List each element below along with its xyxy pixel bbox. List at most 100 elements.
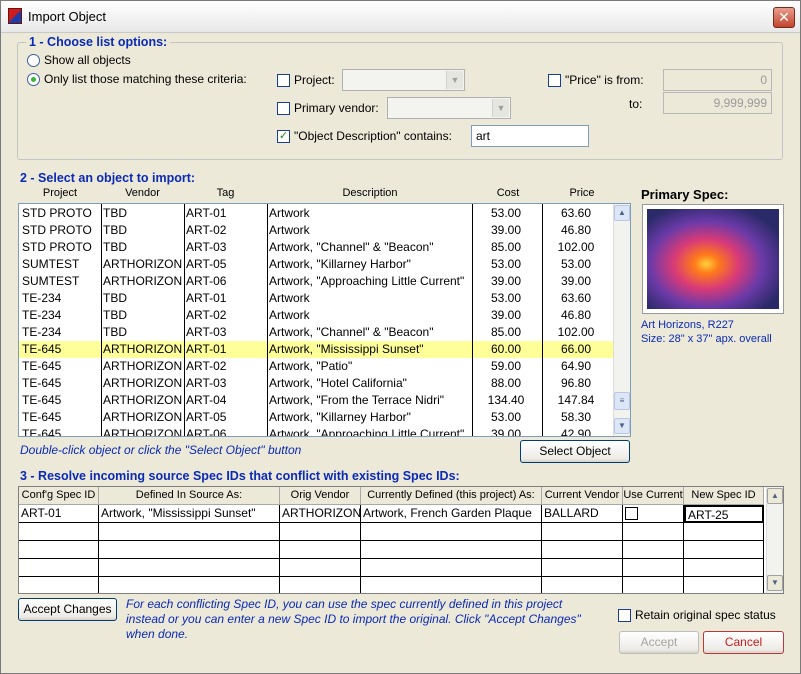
scroll-thumb[interactable]: ≡ bbox=[614, 392, 630, 410]
object-row[interactable]: SUMTEST ARTHORIZON ART-05 Artwork, "Killarn… bbox=[19, 256, 615, 273]
object-row[interactable]: TE-234 TBD ART-03 Artwork, "Channel" & "Bea… bbox=[19, 324, 615, 341]
vendor-checkbox[interactable] bbox=[277, 102, 290, 115]
col-header-price[interactable]: Price bbox=[543, 187, 621, 199]
empty-grid-cell[interactable] bbox=[542, 541, 623, 559]
empty-grid-cell[interactable] bbox=[684, 541, 764, 559]
object-row[interactable]: TE-645 ARTHORIZON ART-03 Artwork, "Hotel Ca… bbox=[19, 375, 615, 392]
row-description: Artwork, "Killarney Harbor" bbox=[269, 257, 411, 271]
grid-header-config-spec-id: Conf'g Spec ID bbox=[19, 487, 99, 505]
row-cost: 53.00 bbox=[490, 291, 522, 305]
project-select[interactable]: ▼ bbox=[342, 69, 465, 91]
row-price: 64.90 bbox=[560, 359, 592, 373]
empty-grid-cell[interactable] bbox=[99, 523, 280, 541]
empty-grid-cell[interactable] bbox=[542, 559, 623, 577]
object-row[interactable]: SUMTEST ARTHORIZON ART-06 Artwork, "Approac… bbox=[19, 273, 615, 290]
object-row[interactable]: TE-645 ARTHORIZON ART-06 Artwork, "Approach… bbox=[19, 426, 615, 436]
object-row[interactable]: TE-645 ARTHORIZON ART-01 Artwork, "Mississi… bbox=[19, 341, 615, 358]
spec-caption-line1: Art Horizons, R227 bbox=[641, 319, 734, 331]
empty-grid-cell[interactable] bbox=[19, 559, 99, 577]
object-row[interactable]: STD PROTO TBD ART-03 Artwork, "Channel" & "… bbox=[19, 239, 615, 256]
row-price: 46.80 bbox=[560, 223, 592, 237]
empty-grid-cell[interactable] bbox=[623, 559, 684, 577]
row-vendor: ARTHORIZON bbox=[103, 257, 183, 271]
col-header-vendor[interactable]: Vendor bbox=[101, 187, 184, 199]
object-row[interactable]: TE-234 TBD ART-01 Artwork 53.00 63.60 bbox=[19, 290, 615, 307]
empty-grid-cell[interactable] bbox=[280, 559, 361, 577]
row-description: Artwork bbox=[269, 291, 310, 305]
scroll-up-icon[interactable]: ▲ bbox=[614, 205, 630, 221]
empty-grid-cell[interactable] bbox=[361, 523, 542, 541]
scroll-down-icon[interactable]: ▼ bbox=[614, 418, 630, 434]
row-price: 102.00 bbox=[557, 240, 595, 254]
accept-changes-button[interactable]: Accept Changes bbox=[18, 598, 117, 621]
col-header-description[interactable]: Description bbox=[267, 187, 473, 199]
row-vendor: ARTHORIZON bbox=[103, 410, 183, 424]
description-label: "Object Description" contains: bbox=[294, 129, 452, 143]
scroll-up-icon[interactable]: ▲ bbox=[767, 488, 783, 504]
empty-grid-cell[interactable] bbox=[684, 577, 764, 593]
empty-grid-cell[interactable] bbox=[19, 523, 99, 541]
empty-grid-cell[interactable] bbox=[623, 541, 684, 559]
empty-grid-cell[interactable] bbox=[280, 523, 361, 541]
col-header-project[interactable]: Project bbox=[19, 187, 101, 199]
empty-grid-cell[interactable] bbox=[623, 577, 684, 593]
col-header-cost[interactable]: Cost bbox=[473, 187, 543, 199]
object-row[interactable]: TE-645 ARTHORIZON ART-05 Artwork, "Killarne… bbox=[19, 409, 615, 426]
price-from-input[interactable]: 0 bbox=[663, 69, 772, 91]
empty-grid-cell[interactable] bbox=[684, 559, 764, 577]
object-row[interactable]: TE-234 TBD ART-02 Artwork 39.00 46.80 bbox=[19, 307, 615, 324]
row-project: TE-645 bbox=[22, 342, 62, 356]
row-tag: ART-03 bbox=[186, 240, 227, 254]
empty-grid-cell[interactable] bbox=[280, 541, 361, 559]
empty-grid-cell[interactable] bbox=[19, 541, 99, 559]
object-list[interactable]: STD PROTO TBD ART-01 Artwork 53.00 63.60 STD P… bbox=[18, 203, 631, 437]
row-cost: 53.00 bbox=[490, 206, 522, 220]
project-checkbox[interactable] bbox=[277, 74, 290, 87]
object-row[interactable]: TE-645 ARTHORIZON ART-02 Artwork, "Patio" 59… bbox=[19, 358, 615, 375]
empty-grid-cell[interactable] bbox=[99, 577, 280, 593]
empty-grid-cell[interactable] bbox=[623, 523, 684, 541]
empty-grid-cell[interactable] bbox=[361, 577, 542, 593]
conflict-grid[interactable]: Conf'g Spec ID Defined In Source As: Ori… bbox=[18, 486, 784, 594]
price-to-input[interactable]: 9,999,999 bbox=[663, 92, 772, 114]
show-all-radio[interactable] bbox=[27, 54, 40, 67]
empty-grid-cell[interactable] bbox=[19, 577, 99, 593]
conflict-grid-scrollbar[interactable]: ▲ ▼ bbox=[766, 487, 783, 593]
description-checkbox[interactable]: ✓ bbox=[277, 130, 290, 143]
criteria-radio[interactable] bbox=[27, 73, 40, 86]
retain-status-checkbox[interactable] bbox=[618, 609, 631, 622]
object-row[interactable]: STD PROTO TBD ART-01 Artwork 53.00 63.60 bbox=[19, 205, 615, 222]
empty-grid-cell[interactable] bbox=[542, 577, 623, 593]
empty-grid-cell[interactable] bbox=[361, 559, 542, 577]
object-list-scrollbar[interactable]: ▲ ≡ ▼ bbox=[613, 204, 630, 436]
cancel-button[interactable]: Cancel bbox=[703, 631, 784, 654]
close-button[interactable]: ✕ bbox=[773, 7, 795, 28]
spec-image bbox=[647, 209, 779, 309]
row-vendor: ARTHORIZON bbox=[103, 376, 183, 390]
object-row[interactable]: TE-645 ARTHORIZON ART-04 Artwork, "From the… bbox=[19, 392, 615, 409]
price-checkbox[interactable] bbox=[548, 74, 561, 87]
col-header-tag[interactable]: Tag bbox=[184, 187, 267, 199]
row-cost: 39.00 bbox=[490, 308, 522, 322]
empty-grid-cell[interactable] bbox=[542, 523, 623, 541]
primary-spec-frame bbox=[642, 204, 784, 314]
row-vendor: TBD bbox=[103, 223, 127, 237]
empty-grid-cell[interactable] bbox=[280, 577, 361, 593]
row-description: Artwork, "Channel" & "Beacon" bbox=[269, 325, 434, 339]
chevron-down-icon: ▼ bbox=[446, 71, 463, 89]
empty-grid-cell[interactable] bbox=[361, 541, 542, 559]
empty-grid-cell[interactable] bbox=[99, 541, 280, 559]
empty-grid-cell[interactable] bbox=[684, 523, 764, 541]
vendor-select[interactable]: ▼ bbox=[387, 97, 511, 119]
conflict-source-definition: Artwork, "Mississippi Sunset" bbox=[99, 505, 280, 523]
use-current-checkbox[interactable] bbox=[625, 507, 638, 520]
scroll-down-icon[interactable]: ▼ bbox=[767, 575, 783, 591]
retain-status-label: Retain original spec status bbox=[635, 608, 776, 622]
object-row[interactable]: STD PROTO TBD ART-02 Artwork 39.00 46.80 bbox=[19, 222, 615, 239]
row-price: 39.00 bbox=[560, 274, 592, 288]
description-input[interactable]: art bbox=[471, 125, 589, 147]
select-object-button[interactable]: Select Object bbox=[520, 440, 630, 463]
empty-grid-cell[interactable] bbox=[99, 559, 280, 577]
new-spec-id-input[interactable]: ART-25 bbox=[684, 505, 764, 523]
accept-button[interactable]: Accept bbox=[619, 631, 699, 654]
